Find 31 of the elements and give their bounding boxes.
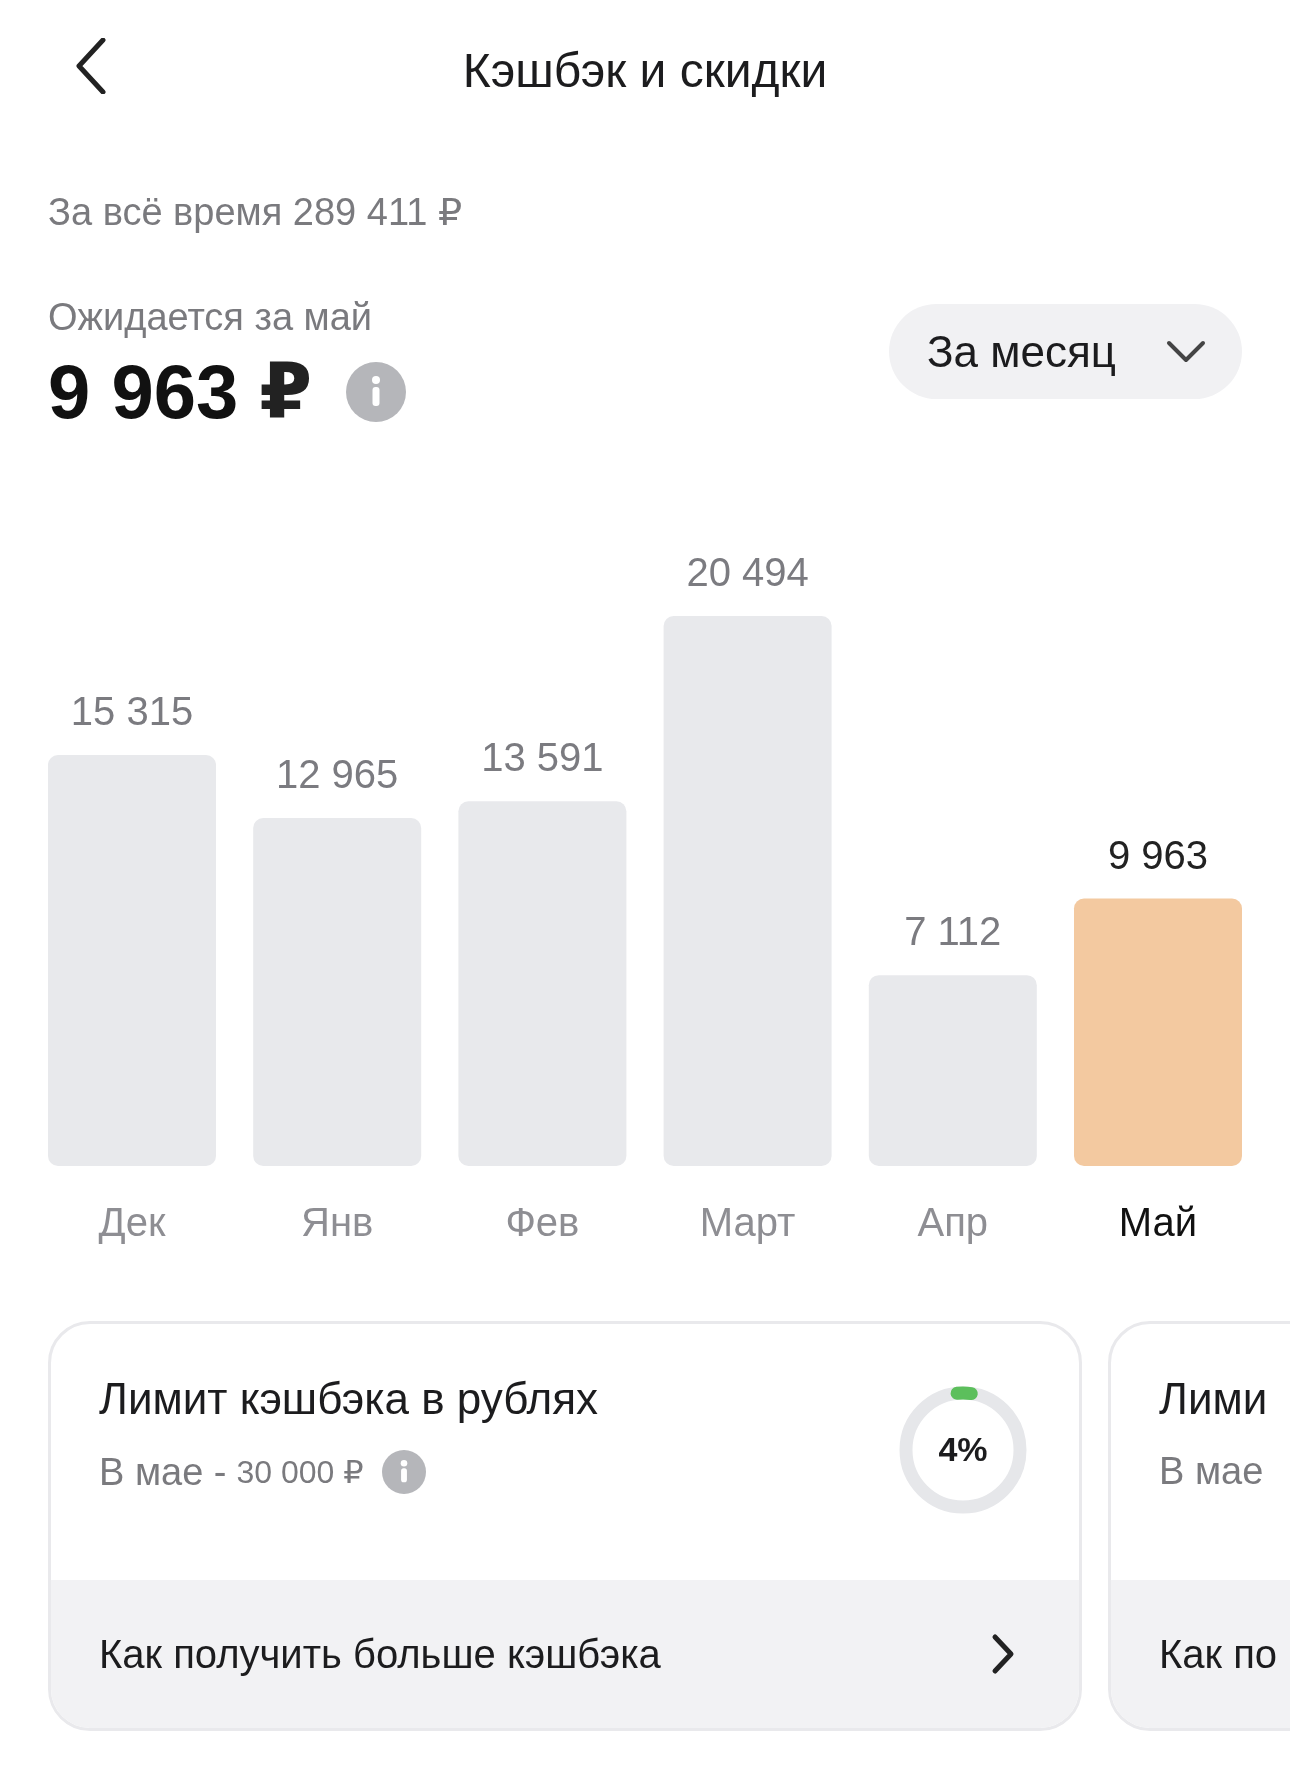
bar-value: 7 112 <box>904 909 1002 954</box>
month-label[interactable]: Дек <box>98 1200 166 1244</box>
back-icon[interactable] <box>76 38 106 94</box>
page-title: Кэшбэк и скидки <box>462 42 828 98</box>
month-label[interactable]: Фев <box>505 1200 580 1244</box>
limit-amount: 30 000 ₽ <box>236 1453 364 1491</box>
bar-value: 12 965 <box>276 752 399 797</box>
card-subtitle: В мае - <box>99 1450 227 1494</box>
month-label[interactable]: Янв <box>301 1200 374 1244</box>
period-dropdown[interactable]: За месяц <box>888 304 1242 399</box>
bar-value: 13 591 <box>481 735 604 780</box>
info-icon[interactable] <box>346 361 407 422</box>
bar-value: 15 315 <box>70 689 194 733</box>
card-title: Лимит кэшбэка в рублях <box>99 1374 599 1424</box>
expected-amount: 9 963 ₽ <box>48 348 313 436</box>
more-cashback-link[interactable]: Как по <box>1111 1580 1290 1728</box>
card-title: Лими <box>1159 1374 1268 1424</box>
info-icon[interactable] <box>381 1450 426 1494</box>
total-cashback: За всё время 289 411 ₽ <box>48 190 464 234</box>
progress-percent: 4% <box>937 1430 989 1469</box>
chevron-right-icon <box>991 1633 1015 1675</box>
expected-label: Ожидается за май <box>48 296 374 339</box>
more-cashback-link[interactable]: Как получить больше кэшбэка <box>51 1580 1079 1728</box>
month-label[interactable]: Март <box>699 1200 796 1244</box>
chevron-down-icon <box>1166 339 1206 364</box>
month-label[interactable]: Май <box>1118 1200 1198 1244</box>
card-subtitle: В мае <box>1159 1450 1264 1493</box>
bar-value: 20 494 <box>686 550 809 594</box>
month-label[interactable]: Апр <box>917 1200 989 1244</box>
bar-value: 9 963 <box>1107 832 1209 877</box>
bar[interactable] <box>1074 898 1242 1166</box>
